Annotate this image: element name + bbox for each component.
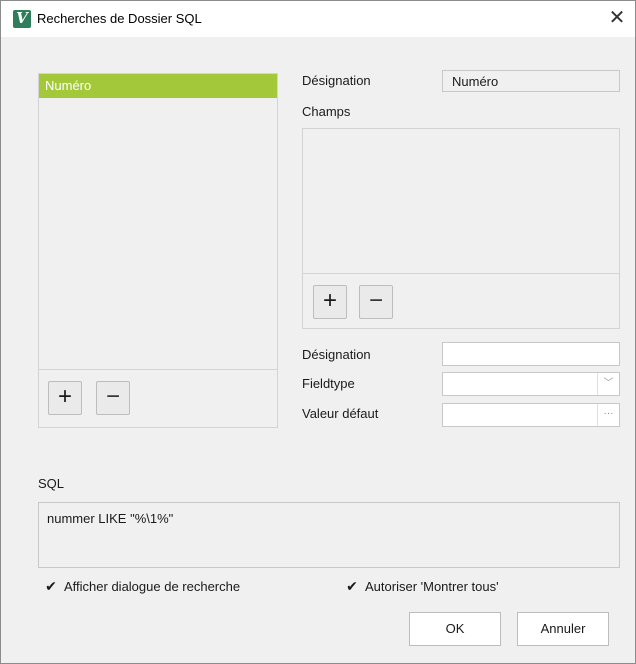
designation-value: Numéro	[452, 74, 499, 89]
add-champ-button[interactable]: +	[313, 285, 347, 319]
app-logo-icon: V	[13, 9, 31, 28]
field-designation-input[interactable]	[442, 342, 620, 366]
search-list[interactable]: Numéro	[39, 74, 277, 370]
champs-label: Champs	[302, 104, 351, 119]
add-search-button[interactable]: +	[48, 381, 82, 415]
remove-champ-button[interactable]: −	[359, 285, 393, 319]
list-item-selected[interactable]: Numéro	[39, 74, 277, 98]
chevron-down-icon[interactable]: ﹀	[597, 373, 619, 395]
afficher-dialogue-checkbox[interactable]: ✔	[44, 579, 58, 593]
window-title: Recherches de Dossier SQL	[37, 11, 202, 26]
autoriser-montrer-tous-label: Autoriser 'Montrer tous'	[365, 579, 499, 594]
ok-button[interactable]: OK	[409, 612, 501, 646]
title-bar: V Recherches de Dossier SQL ✕	[1, 1, 635, 37]
field-designation-label: Désignation	[302, 347, 371, 362]
close-icon[interactable]: ✕	[605, 7, 629, 31]
designation-label: Désignation	[302, 73, 371, 88]
search-list-panel: Numéro + −	[38, 73, 278, 428]
sql-textarea[interactable]: nummer LIKE "%\1%"	[38, 502, 620, 568]
afficher-dialogue-label: Afficher dialogue de recherche	[64, 579, 241, 594]
champs-panel: + −	[302, 128, 620, 329]
fieldtype-label: Fieldtype	[302, 376, 355, 391]
ellipsis-icon[interactable]: ···	[597, 404, 619, 426]
designation-field: Numéro	[442, 70, 620, 92]
app-logo-letter: V	[16, 9, 28, 27]
valeur-defaut-input[interactable]: ···	[442, 403, 620, 427]
valeur-defaut-label: Valeur défaut	[302, 406, 379, 421]
dialog-window: V Recherches de Dossier SQL ✕ Numéro + −…	[0, 0, 636, 664]
sql-value: nummer LIKE "%\1%"	[47, 511, 174, 526]
autoriser-montrer-tous-checkbox[interactable]: ✔	[345, 579, 359, 593]
champs-list[interactable]	[303, 129, 619, 274]
remove-search-button[interactable]: −	[96, 381, 130, 415]
cancel-button[interactable]: Annuler	[517, 612, 609, 646]
fieldtype-select[interactable]: ﹀	[442, 372, 620, 396]
sql-label: SQL	[38, 476, 65, 491]
